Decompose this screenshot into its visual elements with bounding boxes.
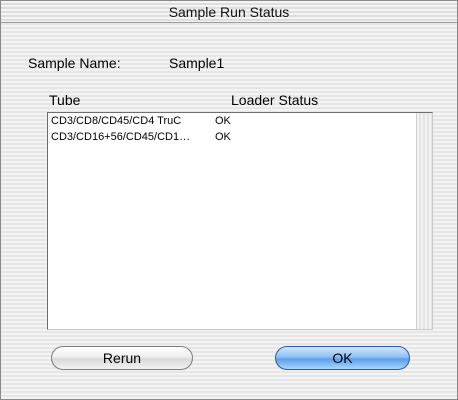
vertical-scrollbar[interactable] [416, 113, 432, 329]
list-row[interactable]: CD3/CD16+56/CD45/CD1… OK [48, 129, 416, 145]
title-bar[interactable]: Sample Run Status [1, 1, 457, 23]
column-header-loader-status: Loader Status [231, 92, 319, 108]
ok-button[interactable]: OK [275, 346, 410, 370]
sample-name-value: Sample1 [169, 55, 225, 71]
column-header-tube: Tube [49, 92, 81, 108]
window-title: Sample Run Status [168, 4, 290, 20]
status-cell: OK [215, 131, 231, 143]
status-cell: OK [215, 115, 231, 127]
sample-name-label: Sample Name: [28, 55, 121, 71]
tube-cell: CD3/CD16+56/CD45/CD1… [51, 131, 191, 143]
tube-cell: CD3/CD8/CD45/CD4 TruC [51, 115, 182, 127]
tube-status-list[interactable]: CD3/CD8/CD45/CD4 TruC OK CD3/CD16+56/CD4… [47, 112, 433, 330]
list-row[interactable]: CD3/CD8/CD45/CD4 TruC OK [48, 113, 416, 129]
dialog-window: Sample Run Status Sample Name: Sample1 T… [0, 0, 458, 400]
rerun-button[interactable]: Rerun [51, 346, 193, 370]
